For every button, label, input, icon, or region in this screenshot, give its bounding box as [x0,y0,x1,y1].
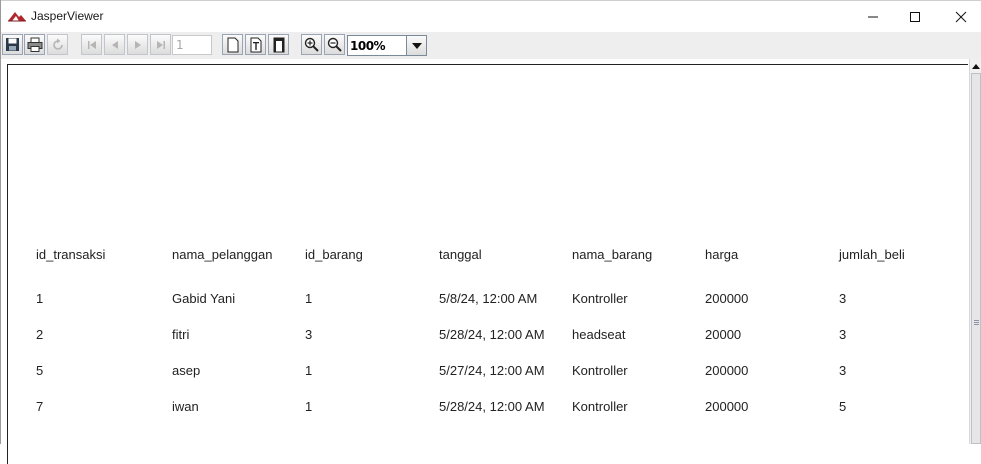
close-button[interactable] [938,1,981,33]
printer-icon [27,37,42,52]
reload-icon [52,38,63,50]
table-cell-nama-barang: Kontroller [572,399,628,414]
scroll-thumb[interactable] [971,73,981,444]
table-cell-nama-barang: Kontroller [572,363,628,378]
first-page-button[interactable] [81,34,102,55]
table-cell-tanggal: 5/28/24, 12:00 AM [439,327,545,342]
table-cell-id-barang: 1 [305,399,313,414]
report-page: id_transaksi nama_pelanggan id_barang tangg… [7,64,968,464]
table-cell-nama-barang: headseat [572,327,626,342]
table-cell-nama-pelanggan: asep [172,363,201,378]
close-icon [955,11,967,23]
table-cell-id-transaksi: 1 [36,291,44,306]
previous-page-button[interactable] [104,34,125,55]
previous-page-icon [111,40,118,49]
minimize-icon [868,16,878,18]
table-cell-harga: 20000 [705,327,742,342]
page-number-input[interactable]: 1 [172,35,212,55]
chevron-up-icon [972,63,980,69]
maximize-icon [910,12,920,22]
print-button[interactable] [24,34,45,55]
column-header-tanggal: tanggal [439,247,482,262]
jasper-logo-icon [8,12,26,22]
zoom-combo-box[interactable]: 100% [347,35,427,56]
scroll-grip-line [974,322,979,323]
zoom-out-icon [327,37,342,52]
maximize-button[interactable] [892,1,938,33]
table-cell-tanggal: 5/27/24, 12:00 AM [439,363,545,378]
next-page-icon [134,40,141,49]
save-button[interactable] [2,34,23,55]
scroll-grip-line [974,320,979,321]
column-header-jumlah-beli: jumlah_beli [839,247,905,262]
scroll-up-button[interactable] [970,59,981,73]
table-cell-id-barang: 1 [305,363,313,378]
toolbar: 1 100% [1,32,981,59]
floppy-disk-icon [6,38,19,51]
column-header-nama-pelanggan: nama_pelanggan [172,247,273,262]
table-cell-tanggal: 5/28/24, 12:00 AM [439,399,545,414]
zoom-dropdown-button[interactable] [406,36,426,55]
table-cell-nama-barang: Kontroller [572,291,628,306]
table-cell-harga: 200000 [705,291,749,306]
title-bar[interactable]: JasperViewer [1,0,981,32]
jasper-viewer-window: JasperViewer 1 100% id_transaksi nama_pe… [0,0,981,464]
column-header-id-barang: id_barang [305,247,363,262]
zoom-value: 100% [350,39,386,53]
column-header-nama-barang: nama_barang [572,247,653,262]
table-cell-id-transaksi: 7 [36,399,44,414]
fit-width-icon [273,37,284,52]
table-cell-id-transaksi: 5 [36,363,44,378]
fit-width-button[interactable] [268,34,289,55]
zoom-in-button[interactable] [301,34,322,55]
last-page-button[interactable] [150,34,171,55]
vertical-scrollbar[interactable] [969,59,981,444]
table-cell-jumlah-beli: 3 [839,291,847,306]
window-title: JasperViewer [31,9,104,23]
actual-size-button[interactable] [222,34,243,55]
table-cell-jumlah-beli: 3 [839,363,847,378]
scroll-grip-line [974,324,979,325]
zoom-in-icon [304,37,319,52]
report-viewport[interactable]: id_transaksi nama_pelanggan id_barang tangg… [1,59,969,464]
minimize-button[interactable] [850,1,896,33]
table-cell-jumlah-beli: 3 [839,327,847,342]
table-cell-id-barang: 1 [305,291,313,306]
fit-page-icon [250,37,261,52]
table-cell-id-barang: 3 [305,327,313,342]
table-cell-jumlah-beli: 5 [839,399,847,414]
table-cell-harga: 200000 [705,399,749,414]
table-cell-nama-pelanggan: iwan [172,399,199,414]
column-header-id-transaksi: id_transaksi [36,247,106,262]
column-header-harga: harga [705,247,739,262]
chevron-down-icon [411,42,422,49]
last-page-icon [156,40,165,49]
zoom-out-button[interactable] [324,34,345,55]
table-cell-nama-pelanggan: fitri [172,327,190,342]
next-page-button[interactable] [127,34,148,55]
table-cell-tanggal: 5/8/24, 12:00 AM [439,291,538,306]
first-page-icon [87,40,96,49]
actual-size-icon [227,37,238,52]
table-cell-nama-pelanggan: Gabid Yani [172,291,236,306]
fit-page-button[interactable] [245,34,266,55]
table-cell-id-transaksi: 2 [36,327,44,342]
table-cell-harga: 200000 [705,363,749,378]
reload-button[interactable] [47,34,68,55]
